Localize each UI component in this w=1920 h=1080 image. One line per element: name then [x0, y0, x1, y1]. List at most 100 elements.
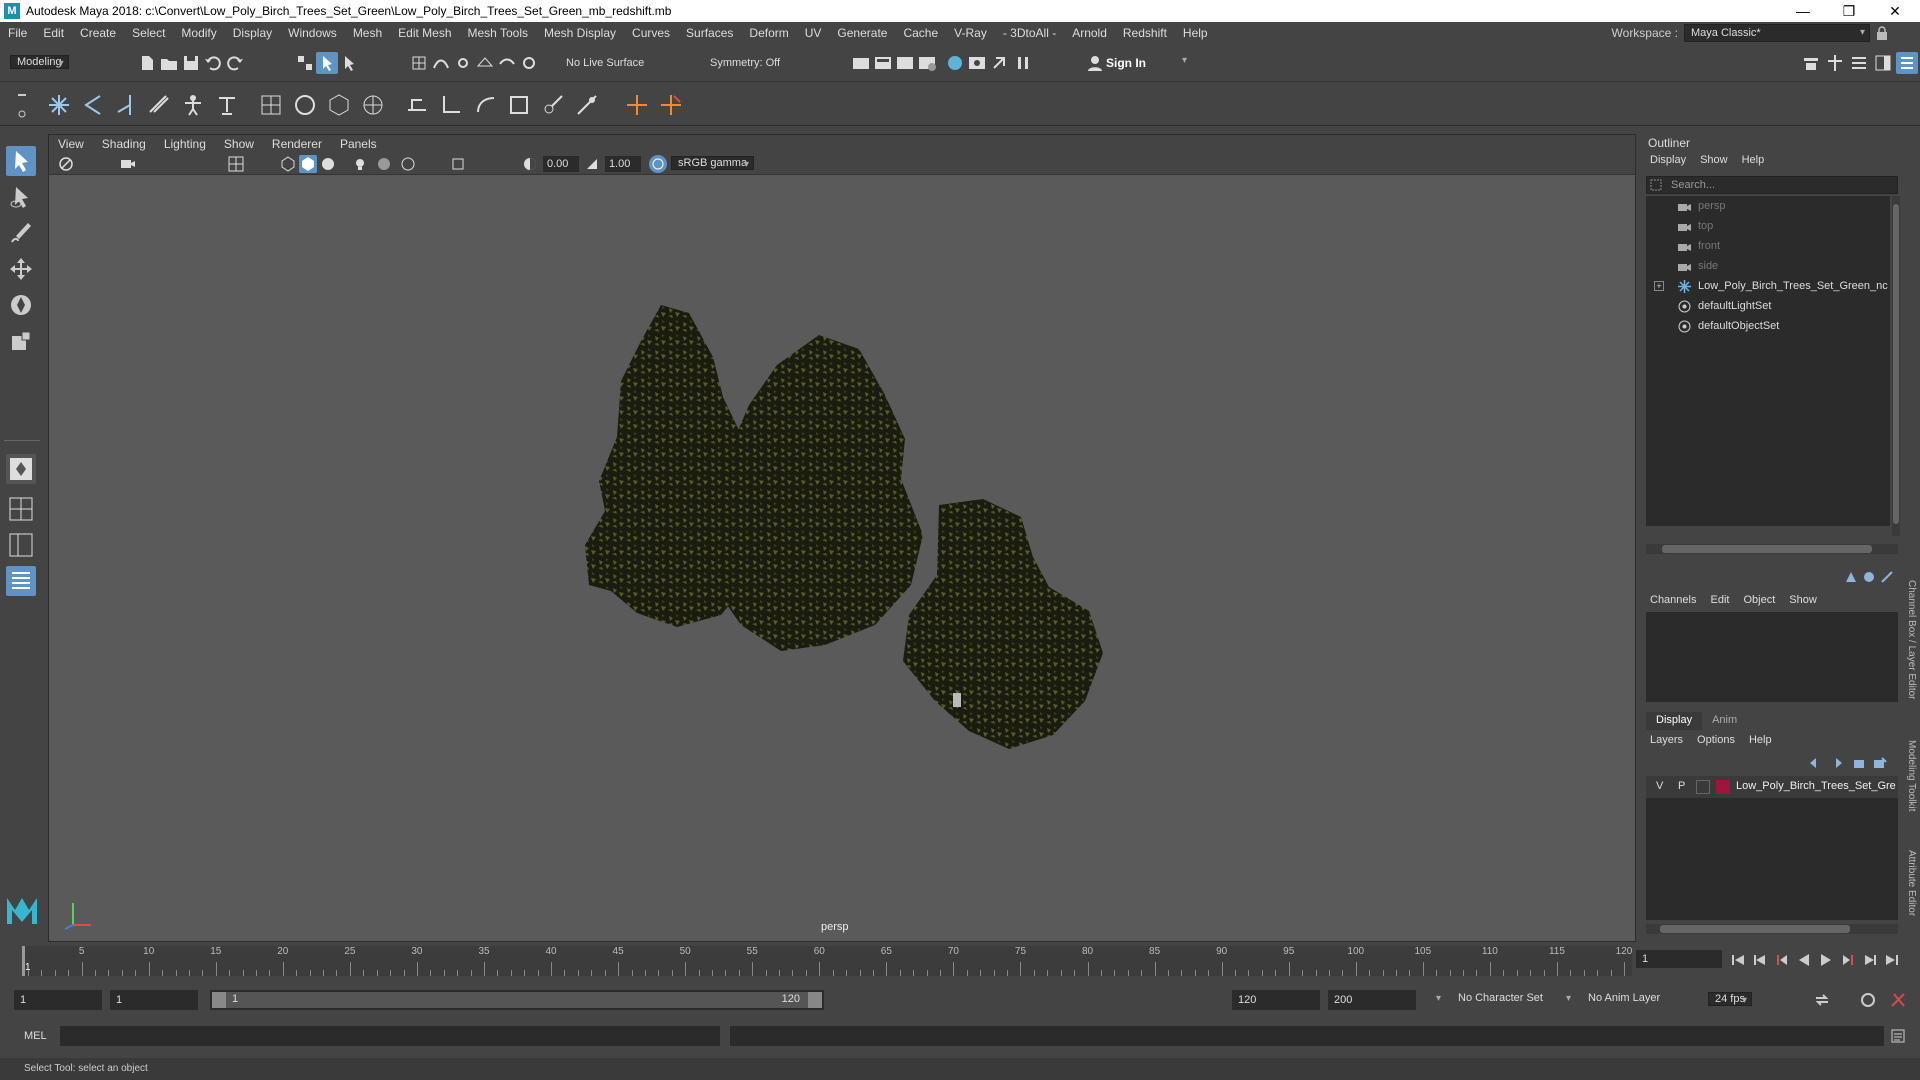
anim-layer-dropdown[interactable]: No Anim Layer: [1588, 992, 1660, 1004]
render-view-icon[interactable]: [850, 52, 872, 74]
channel-box-toggle-icon-a[interactable]: [1844, 570, 1858, 584]
snap-curve-icon[interactable]: [430, 52, 452, 74]
animation-preferences-icon[interactable]: [1888, 990, 1908, 1010]
shelf-options-icon[interactable]: [14, 86, 30, 122]
select-tool-icon[interactable]: [6, 146, 36, 176]
step-back-frame-icon[interactable]: [1772, 950, 1792, 970]
outliner-layout-icon[interactable]: [6, 566, 36, 596]
wrap-deformer-icon[interactable]: [360, 92, 386, 118]
outliner-filter-icon[interactable]: [1650, 179, 1662, 191]
ik-spline-icon[interactable]: [112, 92, 138, 118]
sign-in-button[interactable]: Sign In: [1106, 54, 1146, 72]
outliner-item[interactable]: top: [1646, 216, 1890, 236]
time-slider[interactable]: 1 5 10 15 20 25 30 35 40 45 50 55 60 65 70 75 80 85 90 95 1…: [0, 942, 1920, 980]
layer-playback-toggle[interactable]: P: [1678, 780, 1685, 792]
side-tab-modeling-toolkit[interactable]: Modeling Toolkit: [1906, 740, 1917, 812]
step-forward-frame-icon[interactable]: [1838, 950, 1858, 970]
viewport-menu-view[interactable]: View: [49, 137, 93, 151]
cluster-icon[interactable]: [658, 92, 684, 118]
menu-create[interactable]: Create: [72, 26, 124, 40]
save-scene-icon[interactable]: [180, 52, 202, 74]
layer-hscroll-thumb[interactable]: [1660, 925, 1850, 933]
color-management-icon[interactable]: [649, 155, 667, 173]
render-settings-icon[interactable]: [916, 52, 938, 74]
layer-visibility-toggle[interactable]: V: [1656, 780, 1663, 792]
current-frame-field[interactable]: 1: [1636, 950, 1722, 968]
menu-v-ray[interactable]: V-Ray: [946, 26, 995, 40]
move-layer-down-icon[interactable]: [1828, 756, 1844, 770]
viewport-menu-lighting[interactable]: Lighting: [155, 137, 215, 151]
range-slider[interactable]: 1 120: [210, 990, 824, 1010]
color-space-dropdown[interactable]: sRGB gamma: [671, 156, 755, 170]
playback-end-field[interactable]: 120: [1232, 990, 1320, 1010]
animation-start-field[interactable]: 1: [14, 990, 102, 1010]
play-backward-icon[interactable]: [1794, 950, 1814, 970]
menu-modify[interactable]: Modify: [173, 26, 224, 40]
select-camera-icon[interactable]: [57, 155, 75, 173]
range-end-grip[interactable]: [808, 992, 822, 1008]
play-forward-icon[interactable]: [1816, 950, 1836, 970]
menu-windows[interactable]: Windows: [280, 26, 345, 40]
bind-skin-icon[interactable]: [146, 92, 172, 118]
pause-icon[interactable]: [1012, 52, 1034, 74]
script-editor-icon[interactable]: [1890, 1028, 1906, 1044]
menu-deform[interactable]: Deform: [741, 26, 796, 40]
close-button[interactable]: ✕: [1872, 0, 1918, 22]
outliner-menu-show[interactable]: Show: [1700, 154, 1728, 166]
open-scene-icon[interactable]: [158, 52, 180, 74]
side-tab-channel-box[interactable]: Channel Box / Layer Editor: [1906, 580, 1917, 700]
viewport-menu-renderer[interactable]: Renderer: [263, 137, 331, 151]
orient-constraint-icon[interactable]: [472, 92, 498, 118]
undo-icon[interactable]: [202, 52, 224, 74]
four-view-layout-icon[interactable]: [6, 494, 36, 524]
layer-hscrollbar[interactable]: [1646, 924, 1898, 934]
tree-middle[interactable]: [709, 335, 923, 651]
select-by-object-icon[interactable]: [316, 52, 338, 74]
menu-mesh-tools[interactable]: Mesh Tools: [460, 26, 536, 40]
ambient-occlusion-icon[interactable]: [399, 155, 417, 173]
modeling-toolkit-icon[interactable]: [1800, 52, 1822, 74]
scale-tool-icon[interactable]: [6, 326, 36, 356]
wireframe-icon[interactable]: [279, 155, 297, 173]
viewport-persp[interactable]: View Shading Lighting Show Renderer Panels 0.…: [48, 134, 1636, 942]
layer-type-toggle[interactable]: [1696, 780, 1710, 794]
lattice-icon[interactable]: [326, 92, 352, 118]
workspace-dropdown[interactable]: Maya Classic*: [1684, 24, 1870, 42]
animation-end-field[interactable]: 200: [1328, 990, 1416, 1010]
sign-in-chevron-down-icon[interactable]: ▾: [1182, 55, 1187, 66]
layer-name[interactable]: Low_Poly_Birch_Trees_Set_Green: [1736, 780, 1896, 792]
auto-key-icon[interactable]: [1858, 990, 1878, 1010]
outliner-item[interactable]: front: [1646, 236, 1890, 256]
anim-layer-chevron-down-icon[interactable]: ▾: [1566, 993, 1571, 1004]
lock-icon[interactable]: [1876, 26, 1888, 40]
viewport-menu-shading[interactable]: Shading: [93, 137, 155, 151]
channel-menu-show[interactable]: Show: [1789, 594, 1817, 606]
menu-arnold[interactable]: Arnold: [1064, 26, 1115, 40]
menu-set-dropdown[interactable]: Modeling: [10, 55, 69, 69]
exposure-icon[interactable]: [521, 155, 539, 173]
menu-edit[interactable]: Edit: [35, 26, 72, 40]
camera-attributes-icon[interactable]: [119, 155, 137, 173]
persp-outliner-layout-icon[interactable]: [6, 530, 36, 560]
menu-display[interactable]: Display: [225, 26, 280, 40]
sculpt-icon[interactable]: [292, 92, 318, 118]
exposure-field[interactable]: 0.00: [543, 156, 579, 172]
ik-handle-icon[interactable]: [80, 92, 106, 118]
layer-menu-help[interactable]: Help: [1749, 734, 1772, 746]
outliner-vscroll-thumb[interactable]: [1893, 204, 1899, 524]
new-layer-selected-icon[interactable]: [1872, 756, 1888, 770]
outliner-item[interactable]: persp: [1646, 196, 1890, 216]
menu-mesh[interactable]: Mesh: [345, 26, 390, 40]
command-input[interactable]: [60, 1026, 720, 1046]
gamma-field[interactable]: 1.00: [605, 156, 641, 172]
new-scene-icon[interactable]: [136, 52, 158, 74]
snap-grid-icon[interactable]: [408, 52, 430, 74]
select-by-hierarchy-icon[interactable]: [294, 52, 316, 74]
viewport-menu-panels[interactable]: Panels: [331, 137, 386, 151]
step-forward-key-icon[interactable]: [1860, 950, 1880, 970]
channel-menu-object[interactable]: Object: [1743, 594, 1775, 606]
layer-tab-anim[interactable]: Anim: [1702, 712, 1747, 730]
outliner-menu-help[interactable]: Help: [1742, 154, 1765, 166]
paint-select-tool-icon[interactable]: [6, 218, 36, 248]
layer-color-swatch[interactable]: [1716, 780, 1730, 794]
